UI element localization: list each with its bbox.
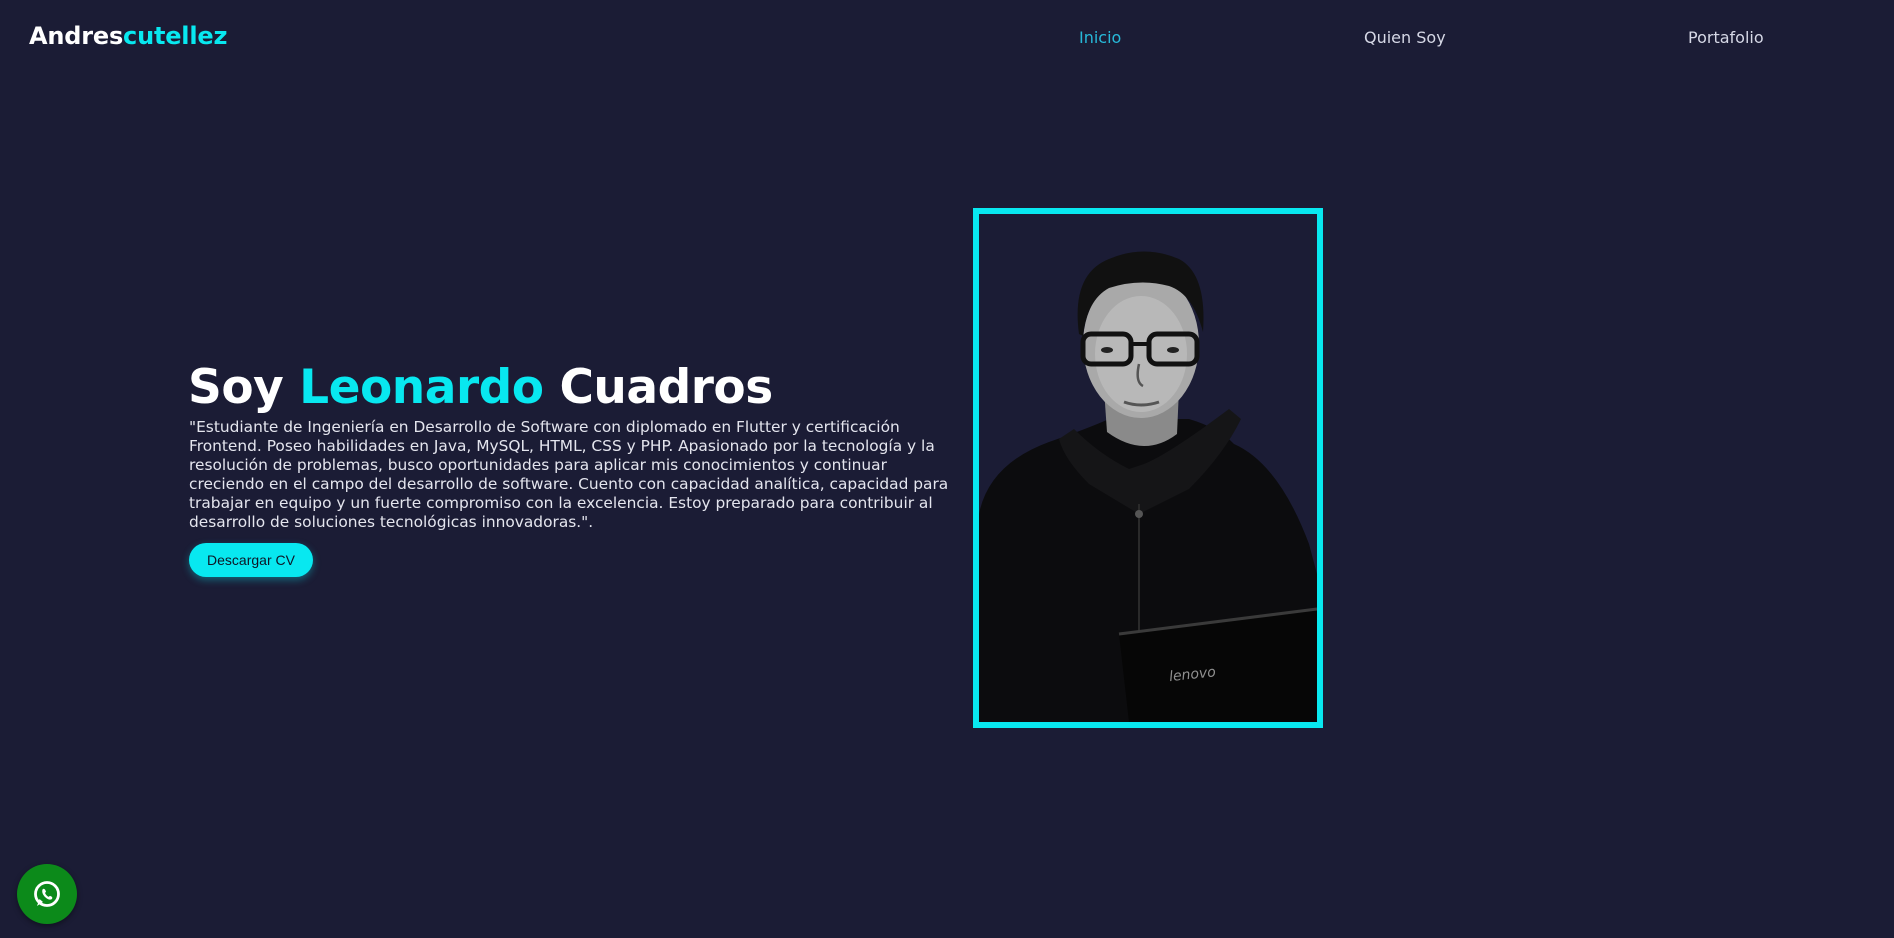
whatsapp-icon (34, 881, 60, 907)
hero-title: Soy Leonardo Cuadros (188, 360, 773, 415)
logo-part-1: Andres (29, 22, 124, 50)
site-header: Andrescutellez Inicio Quien Soy Portafol… (0, 0, 1894, 76)
download-cv-button[interactable]: Descargar CV (189, 543, 313, 577)
profile-photo-illustration: lenovo (979, 251, 1317, 722)
site-logo[interactable]: Andrescutellez (29, 22, 227, 50)
hero-title-prefix: Soy (188, 360, 284, 415)
hero-title-highlight: Leonardo (299, 360, 544, 415)
logo-part-2: cutellez (123, 22, 228, 50)
nav-link-quien-soy[interactable]: Quien Soy (1364, 28, 1446, 47)
profile-photo: lenovo (973, 208, 1323, 728)
hero-title-suffix: Cuadros (559, 360, 773, 415)
whatsapp-button[interactable] (17, 864, 77, 924)
hero-description: "Estudiante de Ingeniería en Desarrollo … (189, 418, 949, 531)
nav-link-portafolio[interactable]: Portafolio (1688, 28, 1764, 47)
nav-link-inicio[interactable]: Inicio (1079, 28, 1121, 47)
